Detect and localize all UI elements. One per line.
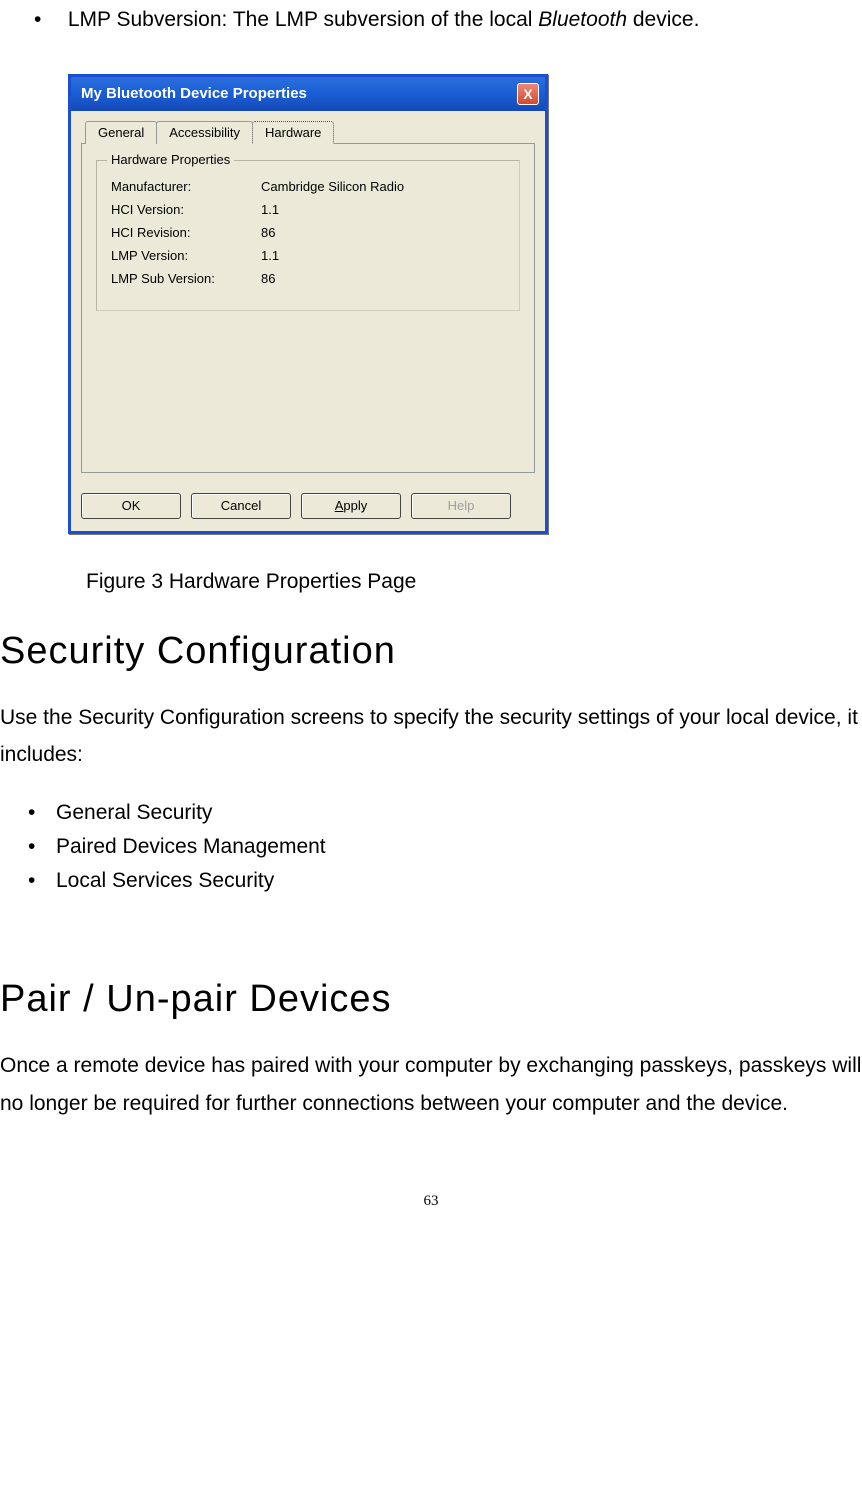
close-icon: X xyxy=(523,86,532,102)
prop-value: 86 xyxy=(261,271,505,286)
prop-row-lmp-version: LMP Version: 1.1 xyxy=(111,244,505,267)
list-item: Paired Devices Management xyxy=(0,830,862,864)
intro-italic: Bluetooth xyxy=(538,8,627,31)
tab-panel-hardware: Hardware Properties Manufacturer: Cambri… xyxy=(81,143,535,473)
prop-row-hci-version: HCI Version: 1.1 xyxy=(111,198,505,221)
prop-value: 86 xyxy=(261,225,505,240)
intro-suffix: device. xyxy=(627,8,699,31)
properties-dialog: My Bluetooth Device Properties X General… xyxy=(68,74,548,534)
dialog-titlebar: My Bluetooth Device Properties X xyxy=(71,77,545,111)
hardware-properties-group: Hardware Properties Manufacturer: Cambri… xyxy=(96,160,520,311)
security-list: General Security Paired Devices Manageme… xyxy=(0,774,862,898)
pair-paragraph: Once a remote device has paired with you… xyxy=(0,1021,862,1123)
tab-general[interactable]: General xyxy=(85,121,157,144)
security-paragraph: Use the Security Configuration screens t… xyxy=(0,673,862,775)
close-button[interactable]: X xyxy=(517,83,539,105)
figure-caption: Figure 3 Hardware Properties Page xyxy=(0,534,862,594)
heading-security-configuration: Security Configuration xyxy=(0,594,862,673)
cancel-button[interactable]: Cancel xyxy=(191,493,291,519)
ok-button[interactable]: OK xyxy=(81,493,181,519)
prop-row-lmp-subversion: LMP Sub Version: 86 xyxy=(111,267,505,290)
prop-value: 1.1 xyxy=(261,202,505,217)
dialog-title: My Bluetooth Device Properties xyxy=(81,85,307,102)
intro-prefix: LMP Subversion: The LMP subversion of th… xyxy=(68,8,538,31)
tab-accessibility[interactable]: Accessibility xyxy=(156,121,253,144)
list-item: Local Services Security xyxy=(0,864,862,898)
page-number: 63 xyxy=(0,1123,862,1210)
prop-row-manufacturer: Manufacturer: Cambridge Silicon Radio xyxy=(111,175,505,198)
tab-hardware[interactable]: Hardware xyxy=(252,121,334,144)
prop-label: LMP Version: xyxy=(111,248,261,263)
prop-row-hci-revision: HCI Revision: 86 xyxy=(111,221,505,244)
apply-button[interactable]: Apply xyxy=(301,493,401,519)
groupbox-legend: Hardware Properties xyxy=(107,152,234,167)
prop-label: LMP Sub Version: xyxy=(111,271,261,286)
list-item: General Security xyxy=(0,796,862,830)
prop-label: Manufacturer: xyxy=(111,179,261,194)
intro-bullet: LMP Subversion: The LMP subversion of th… xyxy=(0,0,862,36)
help-button: Help xyxy=(411,493,511,519)
tabs: General Accessibility Hardware xyxy=(81,121,535,144)
prop-label: HCI Version: xyxy=(111,202,261,217)
heading-pair-unpair: Pair / Un-pair Devices xyxy=(0,898,862,1021)
prop-label: HCI Revision: xyxy=(111,225,261,240)
prop-value: Cambridge Silicon Radio xyxy=(261,179,505,194)
dialog-buttons: OK Cancel Apply Help xyxy=(71,483,545,531)
prop-value: 1.1 xyxy=(261,248,505,263)
